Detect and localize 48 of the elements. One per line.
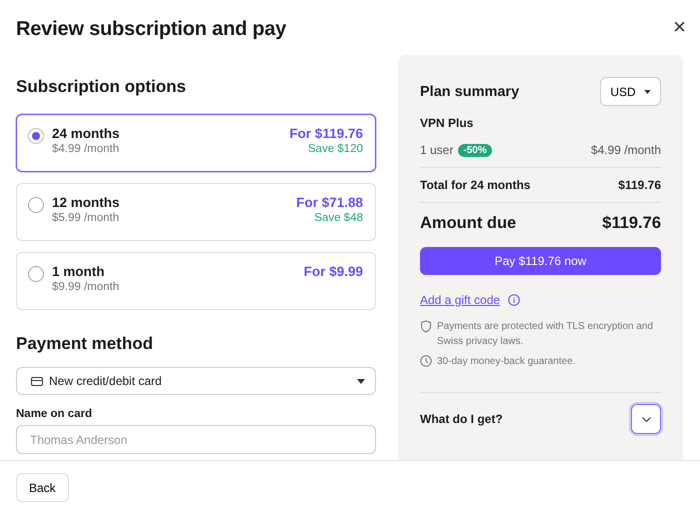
radio-button[interactable]	[28, 197, 44, 213]
chevron-icon	[642, 416, 650, 422]
field-label: Name on card	[16, 408, 94, 420]
radio-button[interactable]	[28, 266, 44, 282]
amount-due-value: $119.76	[602, 214, 661, 233]
close-button[interactable]: ×	[669, 18, 690, 36]
name-input-field[interactable]: Thomas Anderson	[16, 425, 376, 454]
product-name: VPN Plus	[420, 116, 474, 130]
total-value: $119.76	[618, 178, 661, 192]
plan-name: 24 months	[52, 126, 120, 141]
info-note: Payments are protected with TLS encryption and Swiss privacy laws.	[437, 320, 654, 349]
amount-due-label: Amount due	[420, 214, 516, 233]
plan-price: For $71.88	[296, 195, 363, 210]
panel-title: Plan summary	[420, 84, 520, 100]
plan-option[interactable]: 12 months $5.99 /month For $71.88 Save $48	[16, 183, 376, 241]
user-count: 1 user	[420, 143, 454, 157]
plan-option[interactable]: 24 months $4.99 /month For $119.76 Save $120	[16, 114, 376, 172]
total-label: Total for 24 months	[420, 178, 530, 192]
caret-icon	[357, 378, 365, 384]
savings-text: Save $120	[308, 143, 363, 155]
radio-button[interactable]	[28, 128, 44, 144]
section-heading: Subscription options	[16, 77, 187, 97]
monthly-price: $9.99 /month	[52, 281, 120, 293]
credit-card-icon	[31, 376, 43, 386]
dialog-title: Review subscription and pay	[16, 18, 286, 41]
plan-option[interactable]: 1 month $9.99 /month For $9.99	[16, 252, 376, 310]
currency-select[interactable]: USD	[600, 77, 661, 106]
gift-code-link[interactable]: Add a gift code	[420, 293, 500, 307]
unit-price: $4.99 /month	[590, 143, 661, 157]
monthly-price: $4.99 /month	[52, 143, 120, 155]
plan-name: 1 month	[52, 264, 106, 279]
savings-text: Save $48	[314, 212, 363, 224]
payment-method-select[interactable]: New credit/debit card	[16, 367, 376, 395]
info-icon[interactable]	[508, 294, 520, 306]
section-heading: Payment method	[16, 334, 154, 354]
caret-icon	[644, 90, 651, 94]
back-button[interactable]: Back	[16, 473, 69, 502]
faq-question: What do I get?	[420, 412, 503, 426]
shield-icon	[420, 320, 432, 333]
monthly-price: $5.99 /month	[52, 212, 120, 224]
expand-button[interactable]	[631, 404, 661, 434]
pay-button[interactable]: Pay $119.76 now	[420, 247, 661, 275]
plan-name: 12 months	[52, 195, 120, 210]
clock-icon	[420, 355, 432, 367]
discount-tag: -50%	[458, 144, 492, 156]
info-note: 30-day money-back guarantee.	[437, 355, 576, 369]
plan-price: For $119.76	[289, 126, 363, 141]
plan-price: For $9.99	[304, 264, 363, 279]
